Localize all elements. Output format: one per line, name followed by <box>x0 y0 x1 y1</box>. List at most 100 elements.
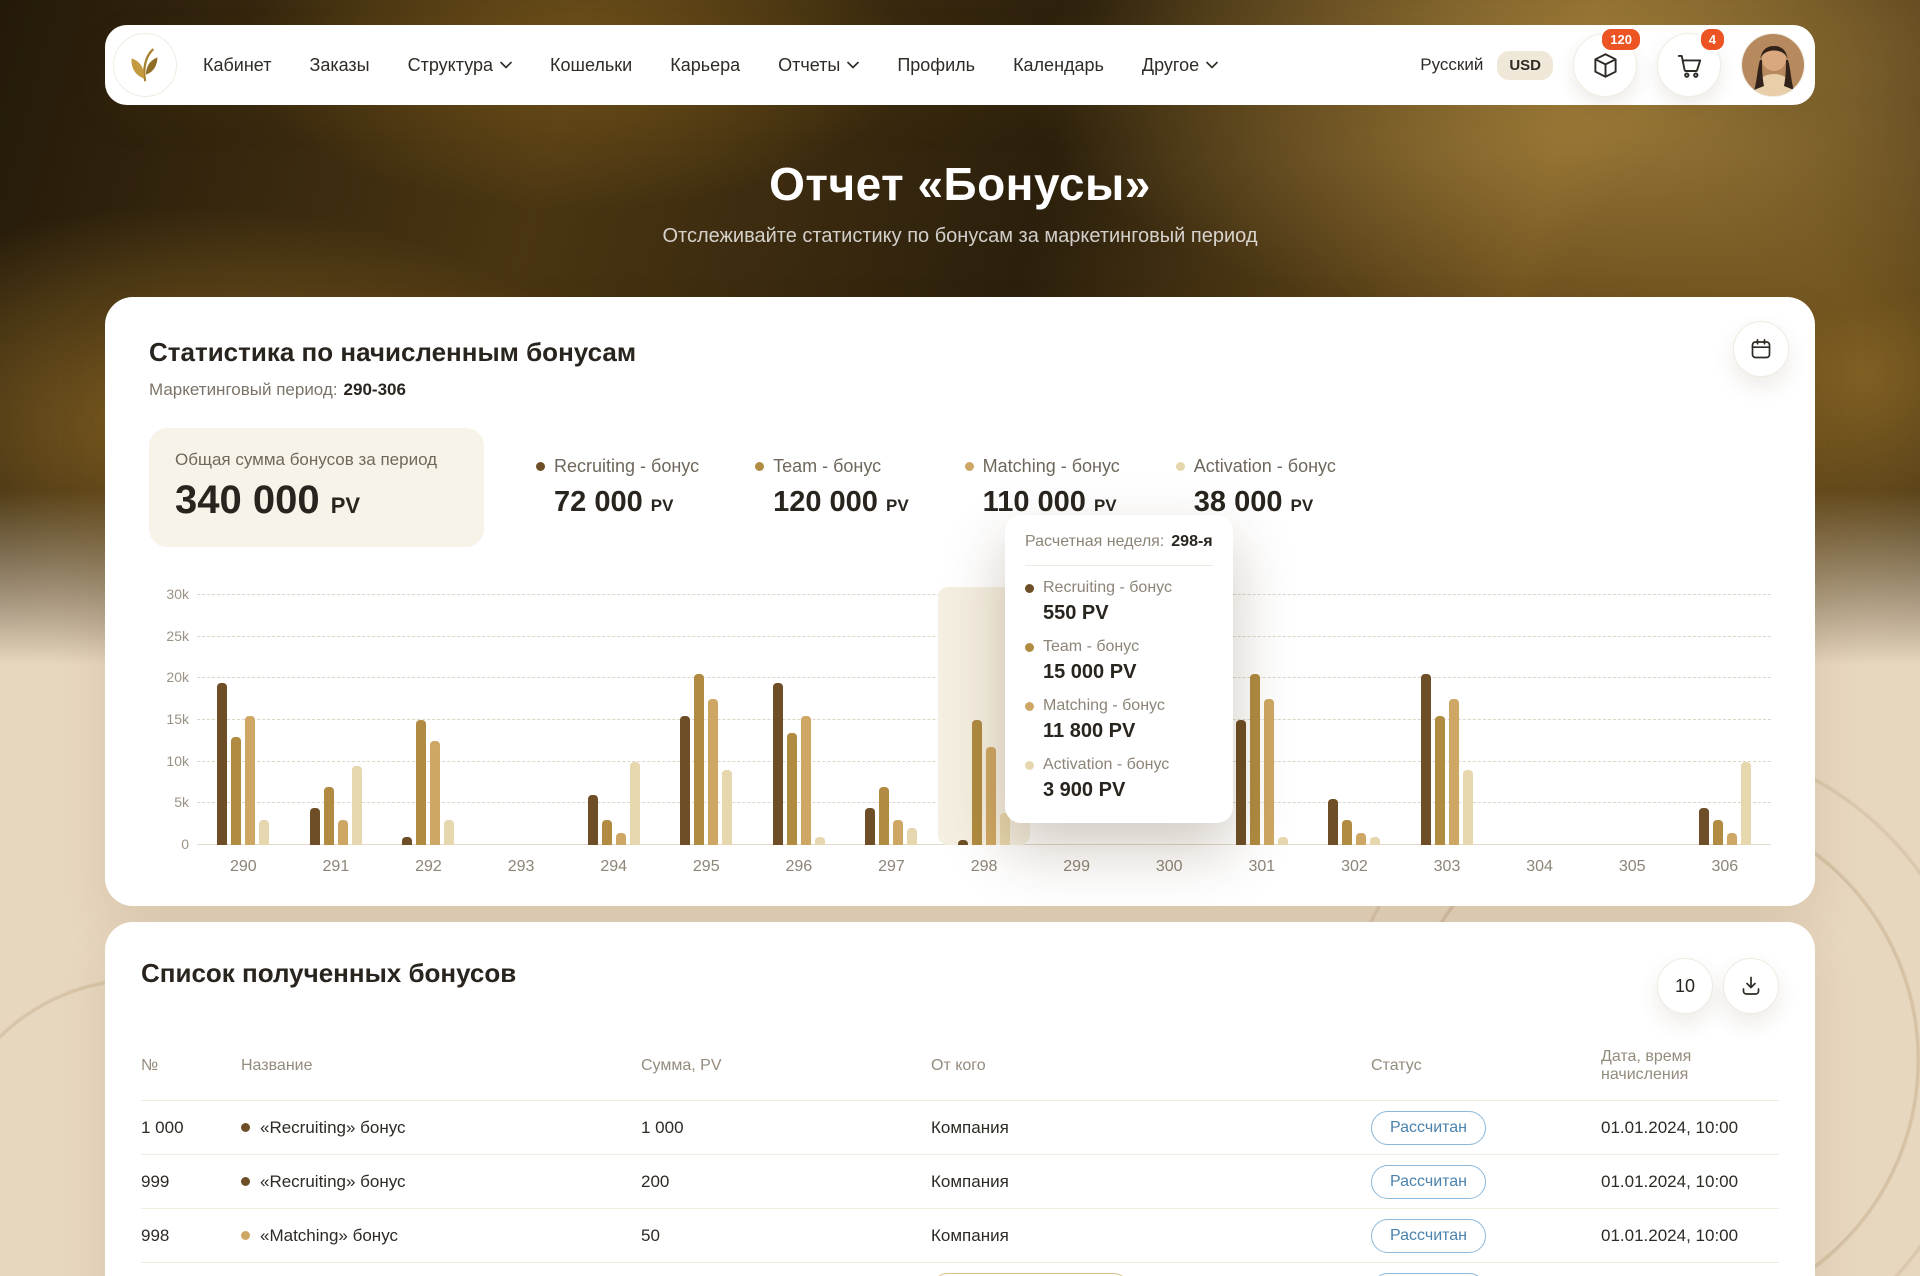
bar[interactable] <box>1342 820 1352 845</box>
bar[interactable] <box>338 820 348 845</box>
page-size-button[interactable]: 10 <box>1657 958 1713 1014</box>
bar[interactable] <box>1727 833 1737 846</box>
legend-label: Recruiting - бонус <box>554 456 699 477</box>
bar[interactable] <box>879 787 889 845</box>
bar[interactable] <box>416 720 426 845</box>
nav-item-3[interactable]: Структура <box>408 55 512 76</box>
chart-tooltip: Расчетная неделя: 298-я Recruiting - бон… <box>1005 515 1233 823</box>
bar[interactable] <box>1463 770 1473 845</box>
bar[interactable] <box>1278 837 1288 845</box>
nav-item-1[interactable]: Кабинет <box>203 55 271 76</box>
nav-item-8[interactable]: Календарь <box>1013 55 1104 76</box>
bar[interactable] <box>602 820 612 845</box>
packages-button[interactable]: 120 <box>1573 33 1637 97</box>
bar[interactable] <box>1250 674 1260 845</box>
bar[interactable] <box>616 833 626 846</box>
cart-button[interactable]: 4 <box>1657 33 1721 97</box>
bar[interactable] <box>787 733 797 846</box>
nav-item-2[interactable]: Заказы <box>309 55 369 76</box>
bar[interactable] <box>708 699 718 845</box>
bar[interactable] <box>722 770 732 845</box>
nav-item-label: Отчеты <box>778 55 840 76</box>
bar[interactable] <box>1356 833 1366 846</box>
y-axis-tick: 10k <box>149 753 189 769</box>
user-avatar[interactable] <box>1741 33 1805 97</box>
from-company: Компания <box>931 1226 1009 1245</box>
bar[interactable] <box>958 840 968 845</box>
legend-label: Matching - бонус <box>983 456 1120 477</box>
tooltip-row-value: 3 900 PV <box>1043 779 1213 802</box>
legend-label: Activation - бонус <box>1194 456 1336 477</box>
bonus-type-dot <box>241 1123 250 1132</box>
nav-item-5[interactable]: Карьера <box>670 55 740 76</box>
bar[interactable] <box>1421 674 1431 845</box>
cell-number: 999 <box>141 1172 241 1192</box>
download-button[interactable] <box>1723 958 1779 1014</box>
bar[interactable] <box>310 808 320 846</box>
bar[interactable] <box>630 762 640 845</box>
list-actions: 10 <box>1657 958 1779 1014</box>
bar[interactable] <box>972 720 982 845</box>
bar[interactable] <box>1741 762 1751 845</box>
tooltip-row: Activation - бонус 3 900 PV <box>1025 756 1213 802</box>
bar[interactable] <box>1699 808 1709 846</box>
leaf-logo-icon <box>124 44 166 86</box>
chart-tooltip-rows: Recruiting - бонус550 PVTeam - бонус15 0… <box>1025 579 1213 802</box>
nav-right-cluster: Русский USD 120 4 <box>1420 33 1805 97</box>
bar-group-305 <box>1586 595 1679 845</box>
currency-switcher[interactable]: USD <box>1497 51 1553 80</box>
total-bonus-value: 340 000 PV <box>175 478 458 523</box>
bar[interactable] <box>680 716 690 845</box>
bar[interactable] <box>352 766 362 845</box>
bar[interactable] <box>1264 699 1274 845</box>
bar[interactable] <box>217 683 227 846</box>
legend-value: 120 000 PV <box>755 486 909 519</box>
bar[interactable] <box>1328 799 1338 845</box>
bar[interactable] <box>907 828 917 845</box>
bar[interactable] <box>1370 837 1380 845</box>
x-axis-label: 300 <box>1123 858 1216 876</box>
stats-card-title: Статистика по начисленным бонусам <box>149 337 1771 368</box>
bar[interactable] <box>259 820 269 845</box>
nav-item-6[interactable]: Отчеты <box>778 55 859 76</box>
bar[interactable] <box>801 716 811 845</box>
bar[interactable] <box>402 837 412 845</box>
cart-badge: 4 <box>1699 27 1726 52</box>
nav-item-label: Заказы <box>309 55 369 76</box>
bar[interactable] <box>773 683 783 846</box>
x-axis-label: 298 <box>938 858 1031 876</box>
nav-item-4[interactable]: Кошельки <box>550 55 632 76</box>
nav-item-label: Календарь <box>1013 55 1104 76</box>
bar[interactable] <box>865 808 875 846</box>
bar[interactable] <box>1713 820 1723 845</box>
bar[interactable] <box>430 741 440 845</box>
cell-name: «Matching» бонус <box>241 1226 641 1246</box>
nav-item-9[interactable]: Другое <box>1142 55 1218 76</box>
brand-logo[interactable] <box>113 33 177 97</box>
nav-item-7[interactable]: Профиль <box>897 55 975 76</box>
cell-from: parsimonious_ninja_38 <box>931 1273 1371 1276</box>
x-axis-label: 293 <box>475 858 568 876</box>
bar[interactable] <box>245 716 255 845</box>
bar[interactable] <box>444 820 454 845</box>
bar[interactable] <box>1435 716 1445 845</box>
bar[interactable] <box>324 787 334 845</box>
bar[interactable] <box>1449 699 1459 845</box>
bar[interactable] <box>893 820 903 845</box>
avatar-image <box>1742 34 1805 97</box>
bar[interactable] <box>588 795 598 845</box>
bar[interactable] <box>694 674 704 845</box>
tooltip-row-label: Activation - бонус <box>1043 756 1169 774</box>
calendar-button[interactable] <box>1733 321 1789 377</box>
bar[interactable] <box>231 737 241 845</box>
bar[interactable] <box>986 747 996 845</box>
bar[interactable] <box>1236 720 1246 845</box>
chevron-down-icon <box>847 61 859 69</box>
tooltip-week-label: Расчетная неделя: <box>1025 533 1164 551</box>
language-switcher[interactable]: Русский <box>1420 55 1483 75</box>
bar[interactable] <box>815 837 825 845</box>
from-user-link[interactable]: parsimonious_ninja_38 <box>931 1273 1130 1276</box>
bonus-table: №НазваниеСумма, PVОт когоСтатусДата, вре… <box>141 1038 1779 1276</box>
y-axis-tick: 5k <box>149 794 189 810</box>
status-badge: Рассчитан <box>1371 1111 1486 1145</box>
